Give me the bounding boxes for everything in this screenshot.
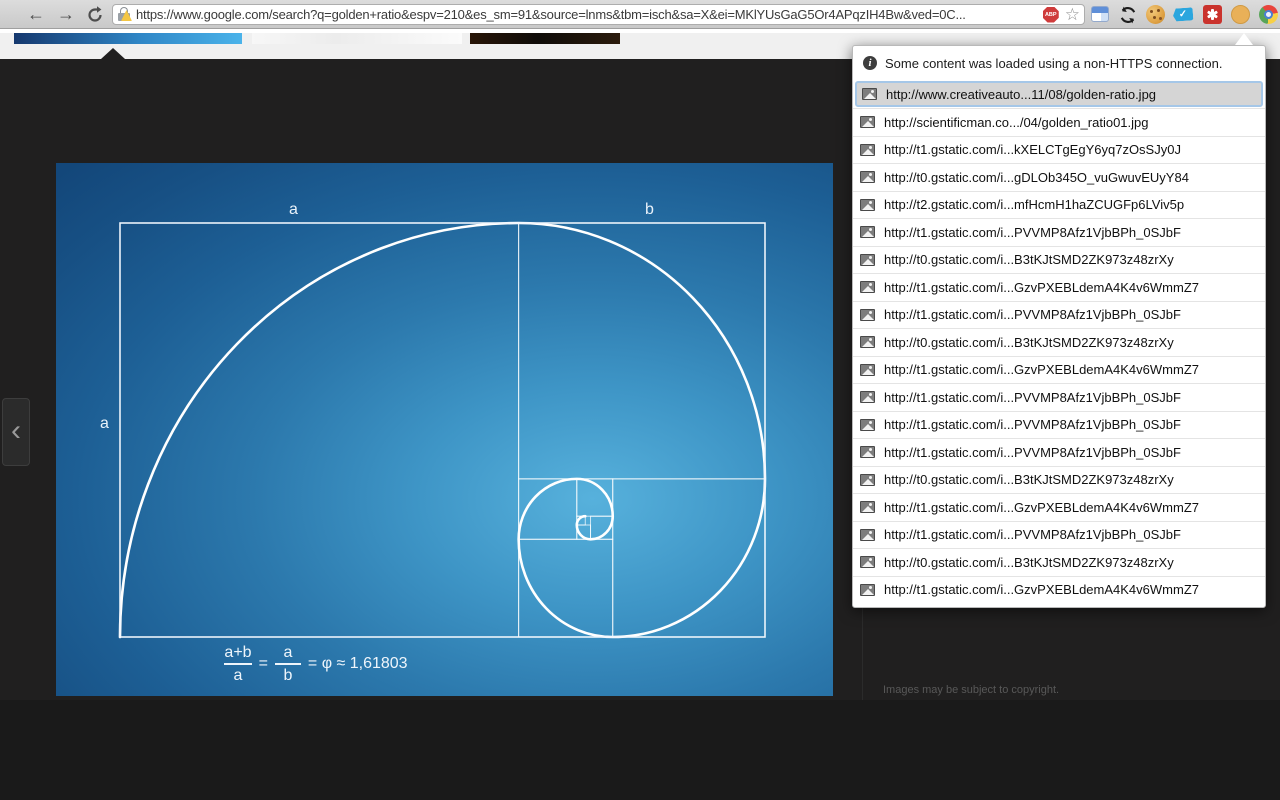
selected-thumbnail-caret bbox=[101, 48, 125, 59]
golden-spiral-diagram bbox=[56, 163, 833, 696]
label-b-top: b bbox=[645, 201, 654, 219]
golden-ratio-formula: a+b a = a b = φ ≈ 1,61803 bbox=[186, 643, 446, 685]
fraction-a-over-b: a b bbox=[275, 643, 301, 685]
result-thumbnail-light[interactable] bbox=[252, 33, 462, 44]
insecure-url-text: http://t0.gstatic.com/i...gDLOb345O_vuGw… bbox=[884, 170, 1189, 185]
insecure-url-text: http://www.creativeauto...11/08/golden-r… bbox=[886, 87, 1156, 102]
insecure-url-list-item[interactable]: http://t1.gstatic.com/i...GzvPXEBLdemA4K… bbox=[853, 576, 1265, 604]
bookmark-star-icon[interactable]: ☆ bbox=[1065, 7, 1080, 23]
insecure-url-text: http://t0.gstatic.com/i...B3tKJtSMD2ZK97… bbox=[884, 472, 1174, 487]
fraction-a-plus-b-over-a: a+b a bbox=[224, 643, 251, 685]
insecure-url-list-item[interactable]: http://t0.gstatic.com/i...gDLOb345O_vuGw… bbox=[853, 163, 1265, 191]
copyright-notice: Images may be subject to copyright. bbox=[883, 684, 1059, 696]
insecure-url-list: http://www.creativeauto...11/08/golden-r… bbox=[853, 81, 1265, 603]
insecure-url-list-item[interactable]: http://t1.gstatic.com/i...PVVMP8Afz1VjbB… bbox=[853, 301, 1265, 329]
insecure-url-list-item[interactable]: http://scientificman.co.../04/golden_rat… bbox=[853, 108, 1265, 136]
label-a-top: a bbox=[289, 201, 298, 219]
image-file-icon bbox=[860, 171, 875, 183]
previous-image-button[interactable]: ‹ bbox=[2, 398, 30, 466]
insecure-url-list-item[interactable]: http://t1.gstatic.com/i...PVVMP8Afz1VjbB… bbox=[853, 521, 1265, 549]
insecure-url-text: http://t1.gstatic.com/i...PVVMP8Afz1VjbB… bbox=[884, 390, 1181, 405]
forward-button[interactable]: → bbox=[54, 3, 78, 26]
adblock-badge-icon[interactable]: ABP bbox=[1043, 7, 1059, 23]
insecure-url-text: http://t1.gstatic.com/i...PVVMP8Afz1VjbB… bbox=[884, 527, 1181, 542]
image-file-icon bbox=[860, 364, 875, 376]
image-file-icon bbox=[860, 474, 875, 486]
insecure-url-list-item[interactable]: http://www.creativeauto...11/08/golden-r… bbox=[855, 81, 1263, 107]
window-layout-extension-icon[interactable] bbox=[1091, 6, 1109, 22]
checkmark-tag-extension-icon[interactable]: ✓ bbox=[1173, 7, 1194, 21]
image-file-icon bbox=[860, 199, 875, 211]
insecure-url-text: http://t0.gstatic.com/i...B3tKJtSMD2ZK97… bbox=[884, 252, 1174, 267]
reload-button[interactable] bbox=[85, 5, 105, 25]
image-file-icon bbox=[860, 254, 875, 266]
insecure-url-list-item[interactable]: http://t1.gstatic.com/i...PVVMP8Afz1VjbB… bbox=[853, 411, 1265, 439]
insecure-url-text: http://t0.gstatic.com/i...B3tKJtSMD2ZK97… bbox=[884, 335, 1174, 350]
non-https-content-popup: i Some content was loaded using a non-HT… bbox=[852, 45, 1266, 608]
popup-message-text: Some content was loaded using a non-HTTP… bbox=[885, 55, 1222, 73]
label-a-left: a bbox=[100, 415, 109, 433]
insecure-url-text: http://t1.gstatic.com/i...PVVMP8Afz1VjbB… bbox=[884, 307, 1181, 322]
insecure-url-list-item[interactable]: http://t1.gstatic.com/i...kXELCTgEgY6yq7… bbox=[853, 136, 1265, 164]
image-file-icon bbox=[860, 144, 875, 156]
detail-panel-divider bbox=[862, 608, 863, 700]
phi-value: = φ ≈ 1,61803 bbox=[308, 655, 408, 673]
insecure-url-text: http://t0.gstatic.com/i...B3tKJtSMD2ZK97… bbox=[884, 555, 1174, 570]
image-file-icon bbox=[862, 88, 877, 100]
image-file-icon bbox=[860, 501, 875, 513]
insecure-url-list-item[interactable]: http://t0.gstatic.com/i...B3tKJtSMD2ZK97… bbox=[853, 328, 1265, 356]
color-wheel-extension-icon[interactable] bbox=[1259, 5, 1278, 24]
image-file-icon bbox=[860, 391, 875, 403]
sync-arrows-icon bbox=[1118, 5, 1138, 25]
image-file-icon bbox=[860, 281, 875, 293]
insecure-url-list-item[interactable]: http://t0.gstatic.com/i...B3tKJtSMD2ZK97… bbox=[853, 466, 1265, 494]
insecure-url-text: http://t1.gstatic.com/i...PVVMP8Afz1VjbB… bbox=[884, 225, 1181, 240]
image-file-icon bbox=[860, 116, 875, 128]
image-file-icon bbox=[860, 419, 875, 431]
insecure-url-text: http://t1.gstatic.com/i...GzvPXEBLdemA4K… bbox=[884, 362, 1199, 377]
insecure-url-list-item[interactable]: http://t1.gstatic.com/i...GzvPXEBLdemA4K… bbox=[853, 356, 1265, 384]
insecure-url-list-item[interactable]: http://t0.gstatic.com/i...B3tKJtSMD2ZK97… bbox=[853, 548, 1265, 576]
insecure-url-list-item[interactable]: http://t0.gstatic.com/i...B3tKJtSMD2ZK97… bbox=[853, 246, 1265, 274]
popup-message: i Some content was loaded using a non-HT… bbox=[853, 46, 1265, 78]
image-file-icon bbox=[860, 584, 875, 596]
insecure-url-list-item[interactable]: http://t1.gstatic.com/i...PVVMP8Afz1VjbB… bbox=[853, 438, 1265, 466]
image-file-icon bbox=[860, 336, 875, 348]
equals-sign: = bbox=[259, 655, 268, 673]
https-warning-lock-icon[interactable] bbox=[118, 7, 131, 22]
image-file-icon bbox=[860, 556, 875, 568]
address-bar[interactable]: https://www.google.com/search?q=golden+r… bbox=[112, 4, 1085, 25]
insecure-url-text: http://t1.gstatic.com/i...PVVMP8Afz1VjbB… bbox=[884, 445, 1181, 460]
insecure-url-list-item[interactable]: http://t2.gstatic.com/i...mfHcmH1haZCUGF… bbox=[853, 191, 1265, 219]
image-file-icon bbox=[860, 446, 875, 458]
insecure-url-text: http://t1.gstatic.com/i...kXELCTgEgY6yq7… bbox=[884, 142, 1181, 157]
result-thumbnail-blue[interactable] bbox=[14, 33, 242, 44]
reload-icon bbox=[85, 5, 105, 25]
back-button[interactable]: ← bbox=[24, 3, 48, 26]
info-icon: i bbox=[863, 56, 877, 70]
insecure-url-list-item[interactable]: http://t1.gstatic.com/i...PVVMP8Afz1VjbB… bbox=[853, 218, 1265, 246]
url-text[interactable]: https://www.google.com/search?q=golden+r… bbox=[136, 7, 1043, 22]
insecure-url-list-item[interactable]: http://t1.gstatic.com/i...GzvPXEBLdemA4K… bbox=[853, 273, 1265, 301]
insecure-url-text: http://scientificman.co.../04/golden_rat… bbox=[884, 115, 1149, 130]
insecure-url-text: http://t1.gstatic.com/i...PVVMP8Afz1VjbB… bbox=[884, 417, 1181, 432]
page-bottom-area bbox=[0, 700, 1280, 800]
cookie-extension-icon[interactable] bbox=[1146, 5, 1165, 24]
insecure-url-text: http://t1.gstatic.com/i...GzvPXEBLdemA4K… bbox=[884, 500, 1199, 515]
insecure-url-list-item[interactable]: http://t1.gstatic.com/i...PVVMP8Afz1VjbB… bbox=[853, 383, 1265, 411]
insecure-url-list-item[interactable]: http://t1.gstatic.com/i...GzvPXEBLdemA4K… bbox=[853, 493, 1265, 521]
result-thumbnail-dark[interactable] bbox=[470, 33, 620, 44]
sync-arrows-extension-icon[interactable] bbox=[1118, 5, 1138, 25]
insecure-url-text: http://t1.gstatic.com/i...GzvPXEBLdemA4K… bbox=[884, 280, 1199, 295]
image-file-icon bbox=[860, 529, 875, 541]
image-file-icon bbox=[860, 226, 875, 238]
insecure-url-text: http://t1.gstatic.com/i...GzvPXEBLdemA4K… bbox=[884, 582, 1199, 597]
orange-circle-extension-icon[interactable] bbox=[1231, 5, 1250, 24]
popup-anchor-arrow bbox=[1235, 33, 1253, 45]
golden-ratio-image[interactable]: a b a a+b a = a b = φ ≈ 1,61803 bbox=[56, 163, 833, 696]
browser-toolbar: ← → https://www.google.com/search?q=gold… bbox=[0, 0, 1280, 29]
image-file-icon bbox=[860, 309, 875, 321]
lastpass-asterisk-extension-icon[interactable] bbox=[1203, 5, 1222, 24]
insecure-url-text: http://t2.gstatic.com/i...mfHcmH1haZCUGF… bbox=[884, 197, 1184, 212]
